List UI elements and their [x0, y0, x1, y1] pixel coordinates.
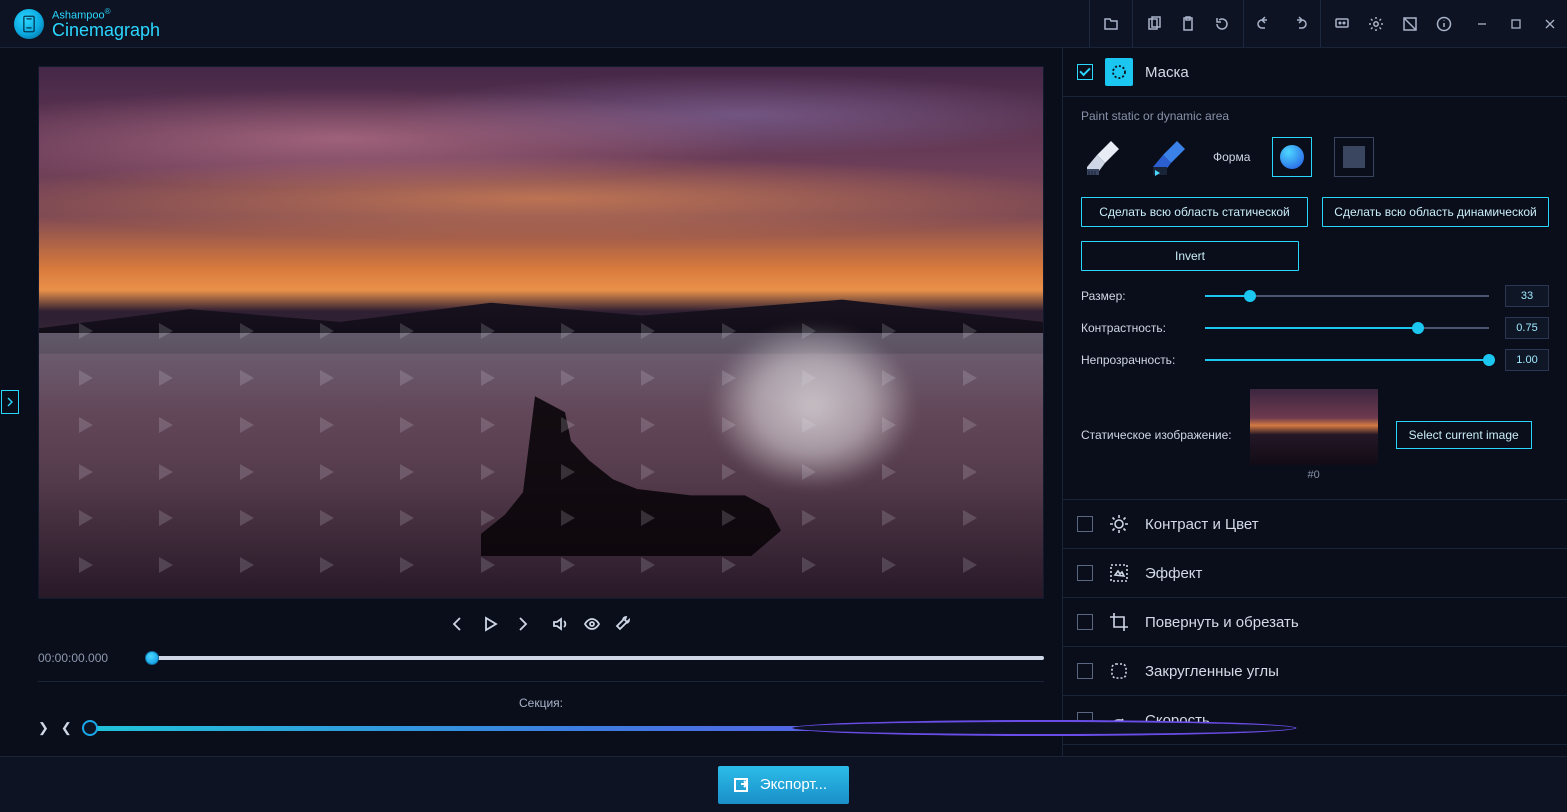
next-frame-button[interactable] — [513, 615, 531, 636]
theme-button[interactable] — [1393, 0, 1427, 48]
section-nav: ❯ ❮ — [38, 720, 72, 736]
brand-top: Ashampoo® — [52, 8, 160, 22]
player-controls — [38, 605, 1044, 645]
feedback-button[interactable] — [1325, 0, 1359, 48]
panel-effect-header[interactable]: Эффект — [1063, 549, 1567, 598]
export-label: Экспорт... — [760, 776, 827, 793]
section-end-knob[interactable] — [792, 720, 1297, 736]
mask-hint: Paint static or dynamic area — [1081, 109, 1549, 123]
opacity-value[interactable]: 1.00 — [1505, 349, 1549, 371]
effect-title: Эффект — [1145, 565, 1202, 582]
section-track[interactable] — [90, 726, 1044, 731]
timecode: 00:00:00.000 — [38, 651, 134, 665]
panel-mask-header[interactable]: Маска — [1063, 48, 1567, 97]
panel-mask-body: Paint static or dynamic area Форма Сдела… — [1063, 97, 1567, 500]
opacity-slider[interactable] — [1205, 359, 1489, 361]
shape-square-button[interactable] — [1334, 137, 1374, 177]
play-button[interactable] — [481, 615, 499, 636]
open-file-button[interactable] — [1094, 0, 1128, 48]
hardness-label: Контрастность: — [1081, 321, 1189, 335]
effect-icon — [1105, 559, 1133, 587]
export-icon — [732, 776, 750, 794]
volume-button[interactable] — [551, 615, 569, 636]
preview-mask-button[interactable] — [583, 615, 601, 636]
timeline-knob[interactable] — [145, 651, 159, 665]
tools-button[interactable] — [615, 615, 633, 636]
minimize-button[interactable] — [1465, 0, 1499, 48]
size-value[interactable]: 33 — [1505, 285, 1549, 307]
prev-frame-button[interactable] — [449, 615, 467, 636]
section-range: ❯ ❮ — [38, 720, 1044, 756]
copy-button[interactable] — [1137, 0, 1171, 48]
info-button[interactable] — [1427, 0, 1461, 48]
timeline: 00:00:00.000 — [38, 651, 1044, 677]
export-bar: Экспорт... — [0, 756, 1567, 812]
timeline-track[interactable] — [152, 656, 1044, 660]
shape-label: Форма — [1213, 150, 1250, 164]
brightness-icon — [1105, 510, 1133, 538]
left-rail — [0, 48, 20, 756]
close-button[interactable] — [1533, 0, 1567, 48]
redo-button[interactable] — [1282, 0, 1316, 48]
invert-button[interactable]: Invert — [1081, 241, 1299, 271]
video-preview[interactable] — [38, 66, 1044, 599]
titlebar: Ashampoo® Cinemagraph — [0, 0, 1567, 48]
section-next-button[interactable]: ❯ — [38, 720, 49, 736]
size-label: Размер: — [1081, 289, 1189, 303]
static-brush-tool[interactable] — [1081, 135, 1125, 179]
opacity-label: Непрозрачность: — [1081, 353, 1189, 367]
corners-checkbox[interactable] — [1077, 663, 1093, 679]
contrast-checkbox[interactable] — [1077, 516, 1093, 532]
maximize-button[interactable] — [1499, 0, 1533, 48]
window-controls — [1465, 0, 1567, 48]
right-panel: Маска Paint static or dynamic area Форма… — [1062, 48, 1567, 756]
make-all-dynamic-button[interactable]: Сделать всю область динамической — [1322, 197, 1549, 227]
panel-text-header[interactable]: Текст — [1063, 745, 1567, 756]
rail-expand-button[interactable] — [1, 390, 19, 414]
select-current-image-button[interactable]: Select current image — [1396, 421, 1532, 449]
corners-title: Закругленные углы — [1145, 663, 1279, 680]
section-prev-button[interactable]: ❮ — [61, 720, 72, 736]
contrast-title: Контраст и Цвет — [1145, 516, 1259, 533]
panel-corners-header[interactable]: Закругленные углы — [1063, 647, 1567, 696]
static-thumb-id: #0 — [1308, 469, 1320, 481]
panel-contrast-header[interactable]: Контраст и Цвет — [1063, 500, 1567, 549]
section-label: Секция: — [38, 690, 1044, 720]
export-button[interactable]: Экспорт... — [718, 766, 849, 804]
rounded-corners-icon — [1105, 657, 1133, 685]
shape-circle-button[interactable] — [1272, 137, 1312, 177]
reset-button[interactable] — [1205, 0, 1239, 48]
rotate-title: Повернуть и обрезать — [1145, 614, 1299, 631]
mask-overlay — [682, 311, 943, 502]
brand-bottom: Cinemagraph — [52, 21, 160, 39]
size-slider[interactable] — [1205, 295, 1489, 297]
mask-icon — [1105, 58, 1133, 86]
mask-title: Маска — [1145, 64, 1189, 81]
mask-checkbox[interactable] — [1077, 64, 1093, 80]
static-image-label: Статическое изображение: — [1081, 428, 1232, 442]
hardness-value[interactable]: 0.75 — [1505, 317, 1549, 339]
static-thumbnail[interactable] — [1250, 389, 1378, 465]
section-start-knob[interactable] — [82, 720, 98, 736]
undo-button[interactable] — [1248, 0, 1282, 48]
crop-icon — [1105, 608, 1133, 636]
title-actions — [1089, 0, 1465, 47]
hardness-slider[interactable] — [1205, 327, 1489, 329]
effect-checkbox[interactable] — [1077, 565, 1093, 581]
logo-badge-icon — [14, 9, 44, 39]
make-all-static-button[interactable]: Сделать всю область статической — [1081, 197, 1308, 227]
app-logo: Ashampoo® Cinemagraph — [0, 8, 160, 40]
settings-button[interactable] — [1359, 0, 1393, 48]
paste-button[interactable] — [1171, 0, 1205, 48]
rotate-checkbox[interactable] — [1077, 614, 1093, 630]
center-column: 00:00:00.000 Секция: ❯ ❮ — [20, 48, 1062, 756]
panel-rotate-header[interactable]: Повернуть и обрезать — [1063, 598, 1567, 647]
dynamic-brush-tool[interactable] — [1147, 135, 1191, 179]
